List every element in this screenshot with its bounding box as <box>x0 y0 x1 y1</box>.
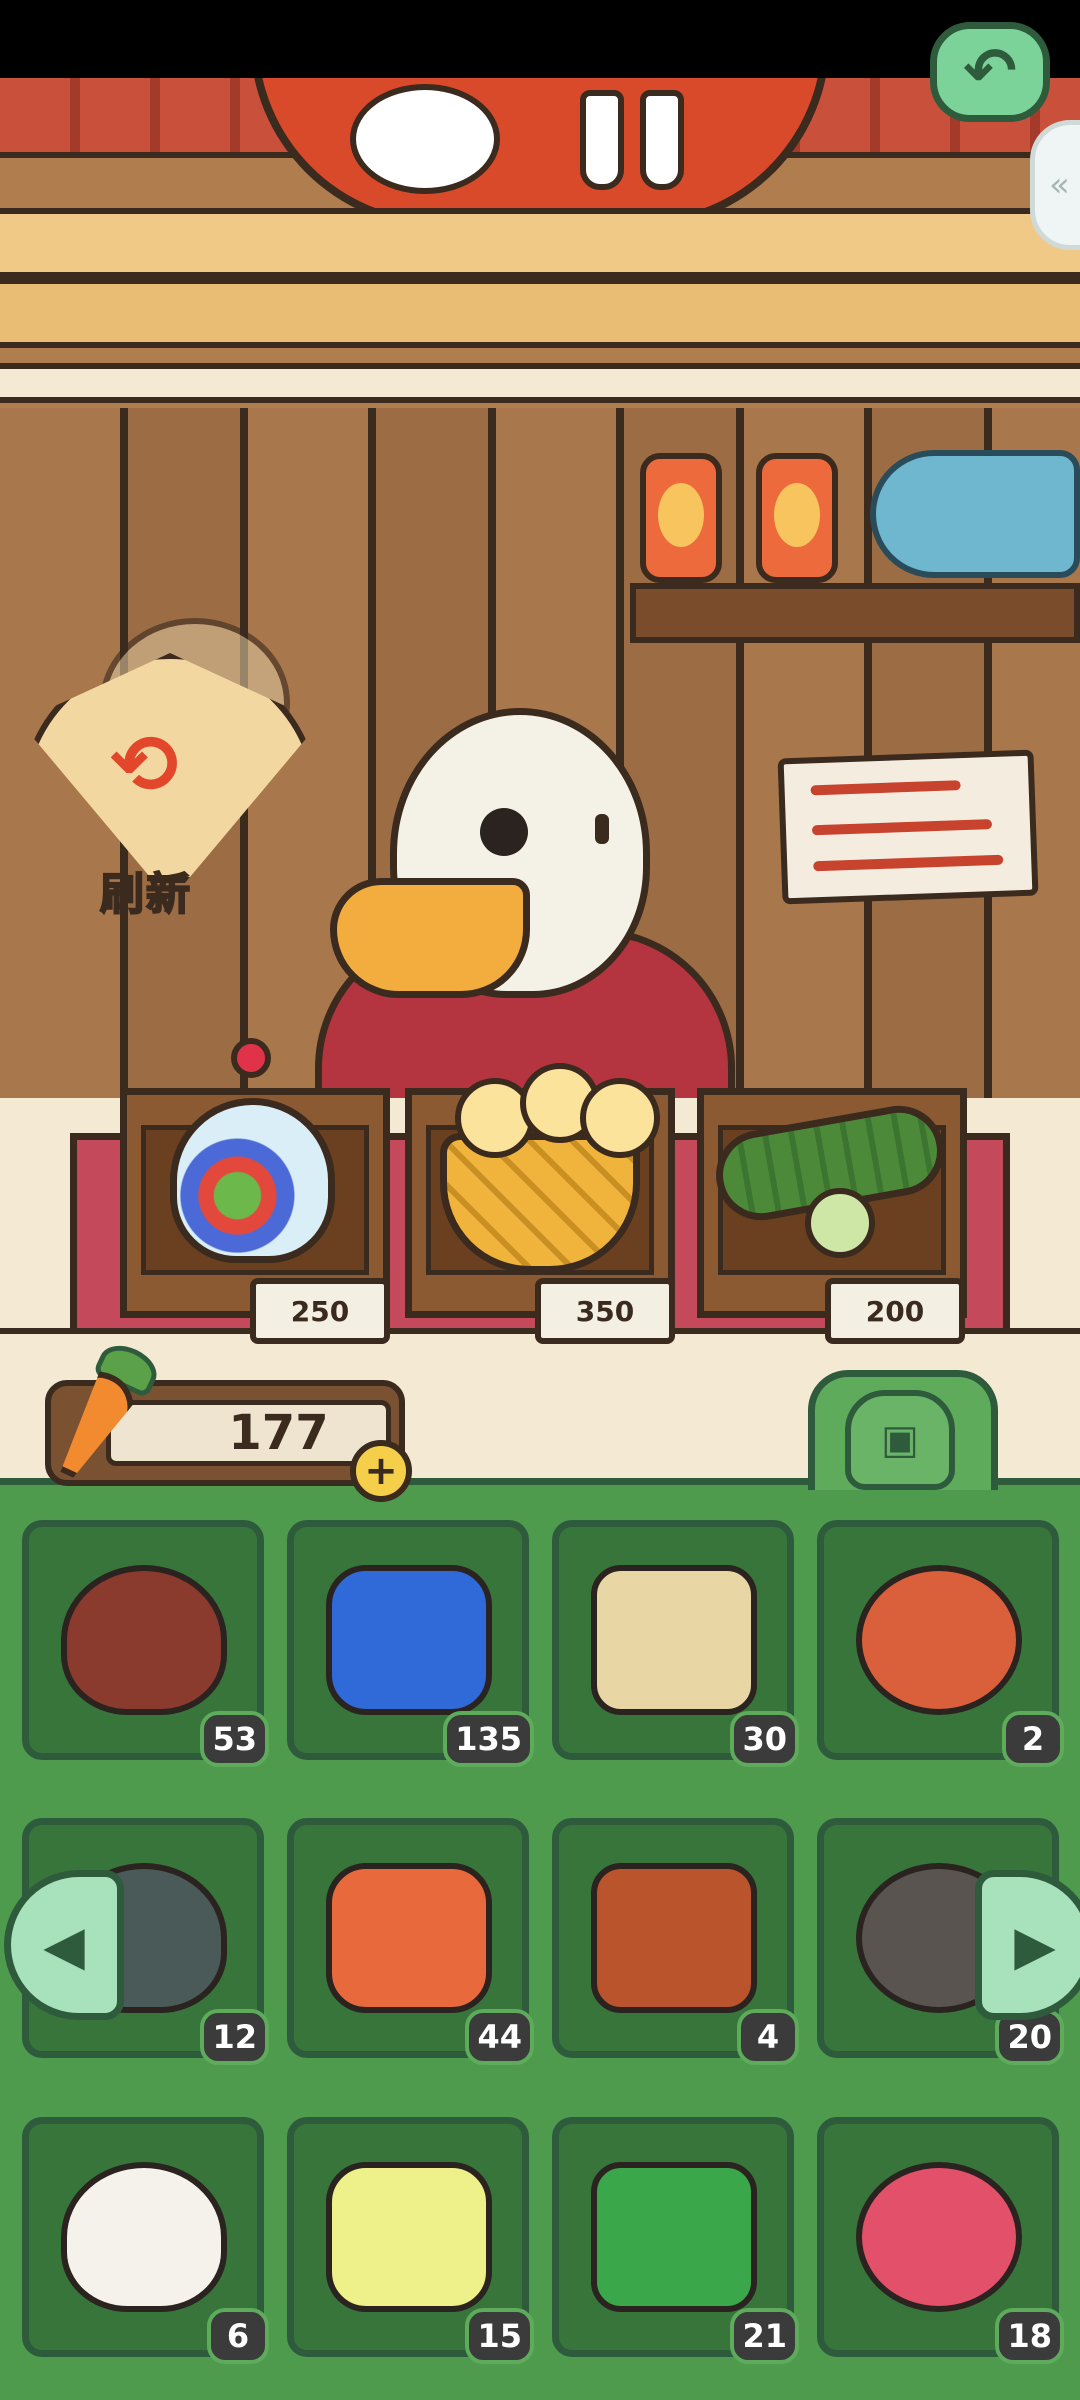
refresh-label[interactable]: 刷新 <box>99 858 192 922</box>
refresh-arrows-icon: ⟲ <box>110 718 179 813</box>
wall-shelf <box>630 583 1080 643</box>
blue-crayfish-icon <box>326 1565 492 1715</box>
side-drawer-tab[interactable]: « <box>1030 120 1080 250</box>
item-count: 30 <box>730 1711 799 1767</box>
item-count: 18 <box>995 2308 1064 2364</box>
snack-bag-icon <box>591 2162 757 2312</box>
item-count: 4 <box>737 2009 799 2065</box>
item-count: 135 <box>443 1711 534 1767</box>
pelican-beak <box>330 878 530 998</box>
ice-cream-scoop <box>580 1078 660 1158</box>
merchant-eye <box>595 814 609 844</box>
item-count: 15 <box>465 2308 534 2364</box>
item-count: 12 <box>200 2009 269 2065</box>
lantern-icon <box>756 453 838 583</box>
price-tag: 350 <box>535 1278 675 1344</box>
add-currency-button[interactable]: + <box>350 1440 412 1502</box>
drink-cup-icon <box>580 90 624 190</box>
inventory-slot-blue-crayfish[interactable]: 135 <box>287 1520 534 1767</box>
inventory-slot-snack-bag[interactable]: 21 <box>552 2117 799 2364</box>
item-count: 44 <box>465 2009 534 2065</box>
cherry-icon <box>231 1038 271 1078</box>
shop-sign <box>250 78 830 228</box>
back-arrow-button[interactable]: ↶ <box>930 22 1050 122</box>
lobster-icon <box>591 1863 757 2013</box>
eyepatch-icon <box>480 808 528 856</box>
shop-scene: ⟲ 刷新 250 350 200 <box>0 78 1080 1478</box>
inventory-slot-popsicle[interactable]: 18 <box>817 2117 1064 2364</box>
drink-cup-icon <box>640 90 684 190</box>
pearl-icon <box>61 2162 227 2312</box>
inventory-slot-lobster[interactable]: 4 <box>552 1818 799 2065</box>
item-count: 6 <box>207 2308 269 2364</box>
popsicle-icon <box>856 2162 1022 2312</box>
inventory-slot-hermit-crab[interactable]: 2 <box>817 1520 1064 1767</box>
status-bar <box>0 0 1080 78</box>
roof-beam <box>0 278 1080 348</box>
next-page-button[interactable]: ▶ <box>975 1870 1080 2020</box>
hermit-crab-icon <box>856 1565 1022 1715</box>
red-crayfish-icon <box>326 1863 492 2013</box>
inventory-slot-cup-noodles[interactable]: 15 <box>287 2117 534 2364</box>
inventory-slot-red-crayfish[interactable]: 44 <box>287 1818 534 2065</box>
crab-icon <box>61 1565 227 1715</box>
backpack-icon[interactable]: ▣ <box>845 1390 955 1490</box>
roof-beam <box>0 208 1080 278</box>
price-tag: 250 <box>250 1278 390 1344</box>
inventory-slot-seahorse[interactable]: 30 <box>552 1520 799 1767</box>
lantern-icon <box>640 453 722 583</box>
item-count: 2 <box>1002 1711 1064 1767</box>
fruit-jelly-icon[interactable] <box>170 1098 335 1263</box>
price-notice-board <box>777 749 1039 905</box>
cup-noodles-icon <box>326 2162 492 2312</box>
inventory-slot-pearl[interactable]: 6 <box>22 2117 269 2364</box>
rolled-towel-icon <box>870 450 1080 578</box>
currency-amount: 177 <box>106 1400 391 1466</box>
cucumber-slice-icon <box>805 1188 875 1258</box>
inventory-slot-crab[interactable]: 53 <box>22 1520 269 1767</box>
price-tag: 200 <box>825 1278 965 1344</box>
roof-beam <box>0 363 1080 403</box>
volleyball-icon <box>350 84 500 194</box>
item-count: 53 <box>200 1711 269 1767</box>
seahorse-icon <box>591 1565 757 1715</box>
item-count: 21 <box>730 2308 799 2364</box>
